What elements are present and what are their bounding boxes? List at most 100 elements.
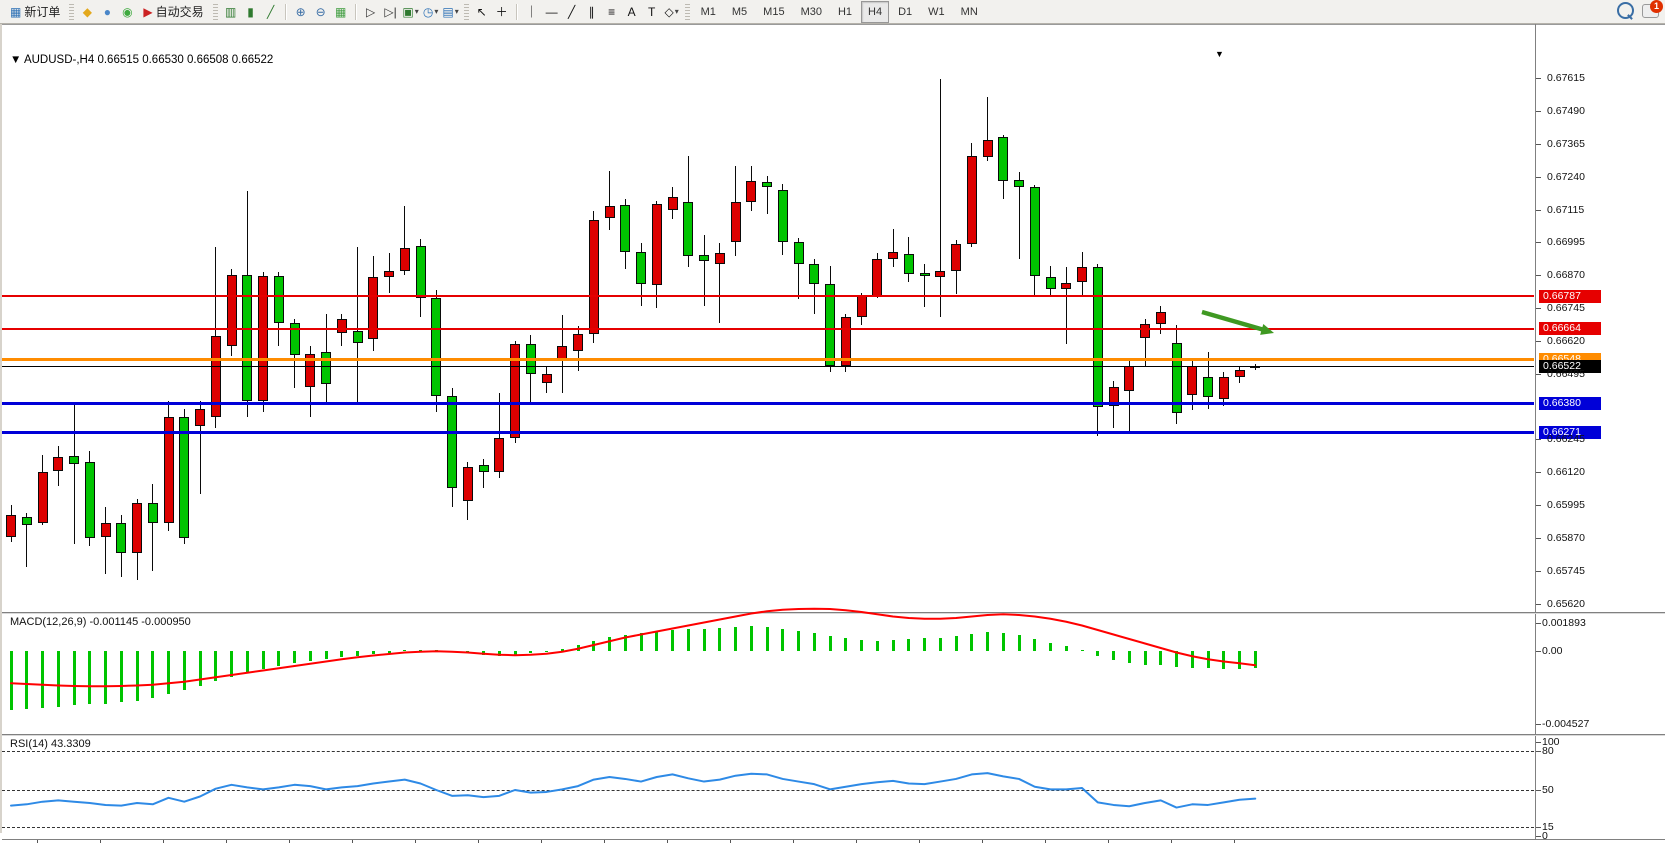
macd-histogram-bar xyxy=(797,631,800,651)
macd-histogram-bar xyxy=(718,628,721,651)
candlestick-mode-icon[interactable]: ▮ xyxy=(241,2,261,22)
cursor-icon[interactable]: ↖ xyxy=(472,2,492,22)
timeframe-button-m30[interactable]: M30 xyxy=(794,1,829,23)
price-hline xyxy=(2,295,1534,297)
text-label-icon[interactable]: T xyxy=(642,2,662,22)
line-chart-mode-icon: ╱ xyxy=(267,5,274,19)
candle xyxy=(416,246,426,299)
panel-separator xyxy=(2,612,1665,614)
price-axis-label: 0.65870 xyxy=(1547,532,1585,544)
auto-scroll-icon[interactable]: ▷ xyxy=(361,2,381,22)
candle xyxy=(38,472,48,522)
macd-axis-label: 0.00 xyxy=(1542,645,1562,657)
candle xyxy=(920,273,930,276)
timeframe-button-m5[interactable]: M5 xyxy=(725,1,754,23)
mt4-application: ▦新订单◆●◉▶自动交易▥▮╱⊕⊖▦▷▷|▣▾◷▾▤▾↖＋｜—╱∥≡AT◇▾M1… xyxy=(0,0,1665,843)
timeframe-button-d1[interactable]: D1 xyxy=(891,1,919,23)
signal-icon[interactable]: ◉ xyxy=(117,2,137,22)
timeframe-button-h4[interactable]: H4 xyxy=(861,1,889,23)
toolbar-grip xyxy=(685,4,690,20)
chart-shift-marker[interactable]: ▼ xyxy=(1215,49,1224,59)
macd-histogram-bar xyxy=(640,633,643,651)
new-order-button[interactable]: ▦新订单 xyxy=(4,1,66,23)
macd-histogram-bar xyxy=(356,651,359,656)
candle xyxy=(431,298,441,396)
candle xyxy=(463,467,473,501)
crosshair-icon[interactable]: ＋ xyxy=(492,2,512,22)
contacts-icon[interactable]: ● xyxy=(97,2,117,22)
notifications-icon[interactable]: 1 xyxy=(1642,4,1659,18)
gold-icon: ◆ xyxy=(83,5,92,19)
bar-chart-mode-icon[interactable]: ▥ xyxy=(221,2,241,22)
macd-histogram-bar xyxy=(970,634,973,651)
new-order-button: ▦ xyxy=(10,5,21,19)
timeframe-button-w1[interactable]: W1 xyxy=(921,1,952,23)
candle xyxy=(479,465,489,473)
templates-icon[interactable]: ▤▾ xyxy=(441,2,461,22)
dropdown-arrow-icon[interactable]: ▾ xyxy=(455,7,459,16)
rsi-axis-tick xyxy=(1536,790,1541,791)
candle xyxy=(794,242,804,264)
trendline-icon[interactable]: ╱ xyxy=(562,2,582,22)
candle xyxy=(746,181,756,202)
line-chart-mode-icon[interactable]: ╱ xyxy=(261,2,281,22)
text-icon: A xyxy=(628,5,636,19)
arrows-icon[interactable]: ◇▾ xyxy=(662,2,682,22)
timeframe-button-mn[interactable]: MN xyxy=(954,1,985,23)
candle-wick xyxy=(609,171,610,230)
candle-wick xyxy=(924,264,925,307)
dropdown-arrow-icon[interactable]: ▾ xyxy=(415,7,419,16)
timeframe-button-m1[interactable]: M1 xyxy=(694,1,723,23)
macd-histogram-bar xyxy=(167,651,170,694)
rsi-axis-label: 0 xyxy=(1542,830,1548,842)
macd-histogram-bar xyxy=(561,649,564,651)
price-axis-label: 0.65745 xyxy=(1547,565,1585,577)
horizontal-line-icon[interactable]: — xyxy=(542,2,562,22)
gold-icon[interactable]: ◆ xyxy=(77,2,97,22)
fibonacci-icon[interactable]: ≡ xyxy=(602,2,622,22)
macd-histogram-bar xyxy=(892,640,895,651)
search-icon[interactable] xyxy=(1617,2,1634,19)
candle xyxy=(1187,366,1197,394)
macd-histogram-bar xyxy=(955,636,958,651)
vertical-line-icon[interactable]: ｜ xyxy=(522,2,542,22)
price-hline xyxy=(2,328,1534,330)
macd-histogram-bar xyxy=(183,651,186,690)
text-icon[interactable]: A xyxy=(622,2,642,22)
macd-histogram-bar xyxy=(419,650,422,652)
macd-histogram-bar xyxy=(703,629,706,652)
periods-clock-icon[interactable]: ◷▾ xyxy=(421,2,441,22)
equidistant-channel-icon[interactable]: ∥ xyxy=(582,2,602,22)
candle xyxy=(22,517,32,525)
price-axis-label: 0.66870 xyxy=(1547,269,1585,281)
autotrading-button[interactable]: ▶自动交易 xyxy=(137,1,209,23)
timeframe-button-h1[interactable]: H1 xyxy=(831,1,859,23)
toolbar-grip xyxy=(213,4,218,20)
dropdown-arrow-icon[interactable]: ▾ xyxy=(675,7,679,16)
macd-histogram-bar xyxy=(230,651,233,677)
zoom-out-icon[interactable]: ⊖ xyxy=(311,2,331,22)
tile-windows-icon[interactable]: ▦ xyxy=(331,2,351,22)
price-axis-tick xyxy=(1536,111,1541,112)
chart-current-ohlc: 0.66515 0.66530 0.66508 0.66522 xyxy=(97,54,273,66)
collapse-arrow-icon[interactable]: ▼ xyxy=(10,54,21,66)
candle xyxy=(195,409,205,426)
candle xyxy=(778,190,788,241)
macd-histogram-bar xyxy=(73,651,76,705)
candle xyxy=(1030,187,1040,276)
dropdown-arrow-icon[interactable]: ▾ xyxy=(434,7,438,16)
toolbar: ▦新订单◆●◉▶自动交易▥▮╱⊕⊖▦▷▷|▣▾◷▾▤▾↖＋｜—╱∥≡AT◇▾M1… xyxy=(0,0,1665,24)
text-label-icon: T xyxy=(648,5,655,19)
zoom-in-icon[interactable]: ⊕ xyxy=(291,2,311,22)
zoom-out-icon: ⊖ xyxy=(316,5,326,19)
candle xyxy=(904,254,914,274)
new-chart-icon[interactable]: ▣▾ xyxy=(401,2,421,22)
macd-histogram-bar xyxy=(1128,651,1131,663)
macd-histogram-bar xyxy=(1175,651,1178,667)
macd-histogram-bar xyxy=(545,651,548,652)
chart-shift-icon[interactable]: ▷| xyxy=(381,2,401,22)
macd-histogram-bar xyxy=(514,651,517,655)
macd-histogram-bar xyxy=(1081,650,1084,652)
timeframe-button-m15[interactable]: M15 xyxy=(756,1,791,23)
candle xyxy=(1093,267,1103,407)
